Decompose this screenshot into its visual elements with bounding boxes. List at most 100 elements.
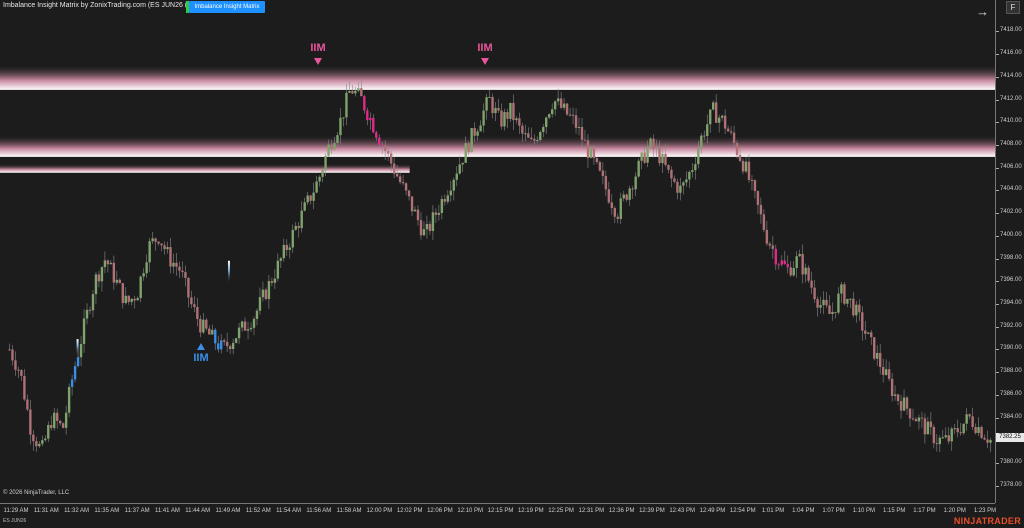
candle-body [861, 312, 864, 331]
candle-body [887, 369, 891, 379]
candle-body [512, 102, 515, 121]
candle-body [601, 170, 605, 177]
candle-body [41, 440, 44, 444]
candle-body [106, 260, 110, 265]
candle-body [661, 153, 664, 164]
candle-body [565, 103, 569, 115]
price-chart[interactable] [0, 0, 995, 503]
candle-body [926, 421, 930, 435]
candle-body [124, 295, 127, 304]
candle-body [771, 245, 775, 249]
candle-body [384, 145, 387, 151]
candle-body [202, 319, 205, 333]
candle-body [542, 127, 545, 133]
candle-body [786, 263, 789, 268]
candle-body [82, 318, 86, 344]
price-tick-mark [996, 190, 999, 192]
candle-body [813, 287, 816, 300]
candle-body [470, 128, 473, 153]
candle-body [714, 102, 718, 123]
candle-body [932, 427, 936, 444]
candle-body [85, 309, 89, 319]
candle-body [297, 225, 300, 229]
candle-body [234, 338, 238, 343]
price-tick-label: 7386.00 [1000, 390, 1022, 397]
candle-body [664, 153, 667, 165]
candle-body [330, 144, 333, 150]
candle-body [348, 91, 351, 93]
supply-zone [0, 135, 995, 157]
candle-body [738, 154, 742, 161]
candle-body [56, 412, 59, 422]
candle-body [285, 244, 288, 250]
candle-body [977, 427, 980, 434]
candle-body [243, 321, 247, 331]
candle-body [586, 140, 590, 158]
price-tick-mark [996, 462, 999, 464]
candle-body [53, 412, 56, 429]
price-tick-label: 7416.00 [1000, 50, 1022, 57]
price-tick-label: 7380.00 [1000, 458, 1022, 465]
price-axis[interactable]: 7418.00 7416.00 7414.00 7412.00 7410.00 7408.… [995, 0, 1024, 503]
candle-body [112, 262, 116, 283]
candle-body [58, 421, 62, 424]
candle-body [652, 138, 655, 150]
candle-body [67, 386, 71, 413]
candle-body [118, 279, 122, 284]
candle-body [923, 418, 927, 435]
candle-body [580, 126, 584, 140]
candle-body [515, 118, 518, 121]
candle-body [336, 135, 339, 144]
candle-body [968, 414, 971, 417]
candle-body [598, 162, 602, 171]
candle-body [148, 241, 151, 263]
candle-body [345, 92, 348, 118]
candle-body [214, 329, 217, 344]
candle-body [309, 195, 312, 201]
candle-body [196, 307, 199, 319]
candle-body [121, 283, 124, 304]
candle-body [94, 274, 98, 295]
candle-body [491, 96, 494, 114]
candle-body [610, 202, 614, 209]
candle-body [449, 190, 452, 196]
time-tick-label: 12:36 PM [608, 508, 635, 514]
last-price-label: 7382.25 [996, 433, 1024, 443]
candle-body [822, 299, 825, 306]
supply-zone [0, 164, 410, 173]
price-tick-label: 7396.00 [1000, 277, 1022, 284]
price-tick-mark [996, 99, 999, 101]
time-tick-label: 12:31 PM [578, 508, 605, 514]
candle-body [899, 401, 903, 411]
candle-body [431, 212, 435, 231]
iim-label: IIM [310, 42, 326, 54]
candle-body [583, 139, 587, 141]
candle-body [404, 183, 408, 191]
price-tick-mark [996, 31, 999, 33]
candle-body [199, 318, 202, 333]
candle-body [363, 96, 366, 111]
candle-body [858, 304, 861, 313]
candle-body [503, 112, 506, 127]
candle-body [556, 98, 560, 102]
time-tick-label: 12:02 PM [396, 508, 423, 514]
candle-body [536, 140, 539, 142]
candle-body [917, 417, 921, 422]
candle-body [381, 144, 384, 146]
candle-body [190, 297, 193, 305]
candle-body [282, 244, 286, 259]
candle-body [750, 179, 754, 181]
candle-body [768, 243, 772, 246]
candle-body [550, 109, 554, 115]
time-tick-label: 11:32 AM [64, 508, 90, 514]
price-tick-mark [996, 54, 999, 56]
candle-body [619, 198, 622, 219]
candle-body [166, 247, 169, 250]
candle-body [109, 262, 113, 265]
time-axis[interactable]: 11:29 AM 11:31 AM 11:32 AM 11:35 AM 11:37 AM… [0, 503, 996, 528]
candle-body [703, 135, 706, 137]
candle-body [276, 260, 280, 279]
candle-body [97, 274, 101, 282]
time-tick-label: 1:17 PM [913, 508, 936, 514]
candle-body [521, 125, 524, 134]
